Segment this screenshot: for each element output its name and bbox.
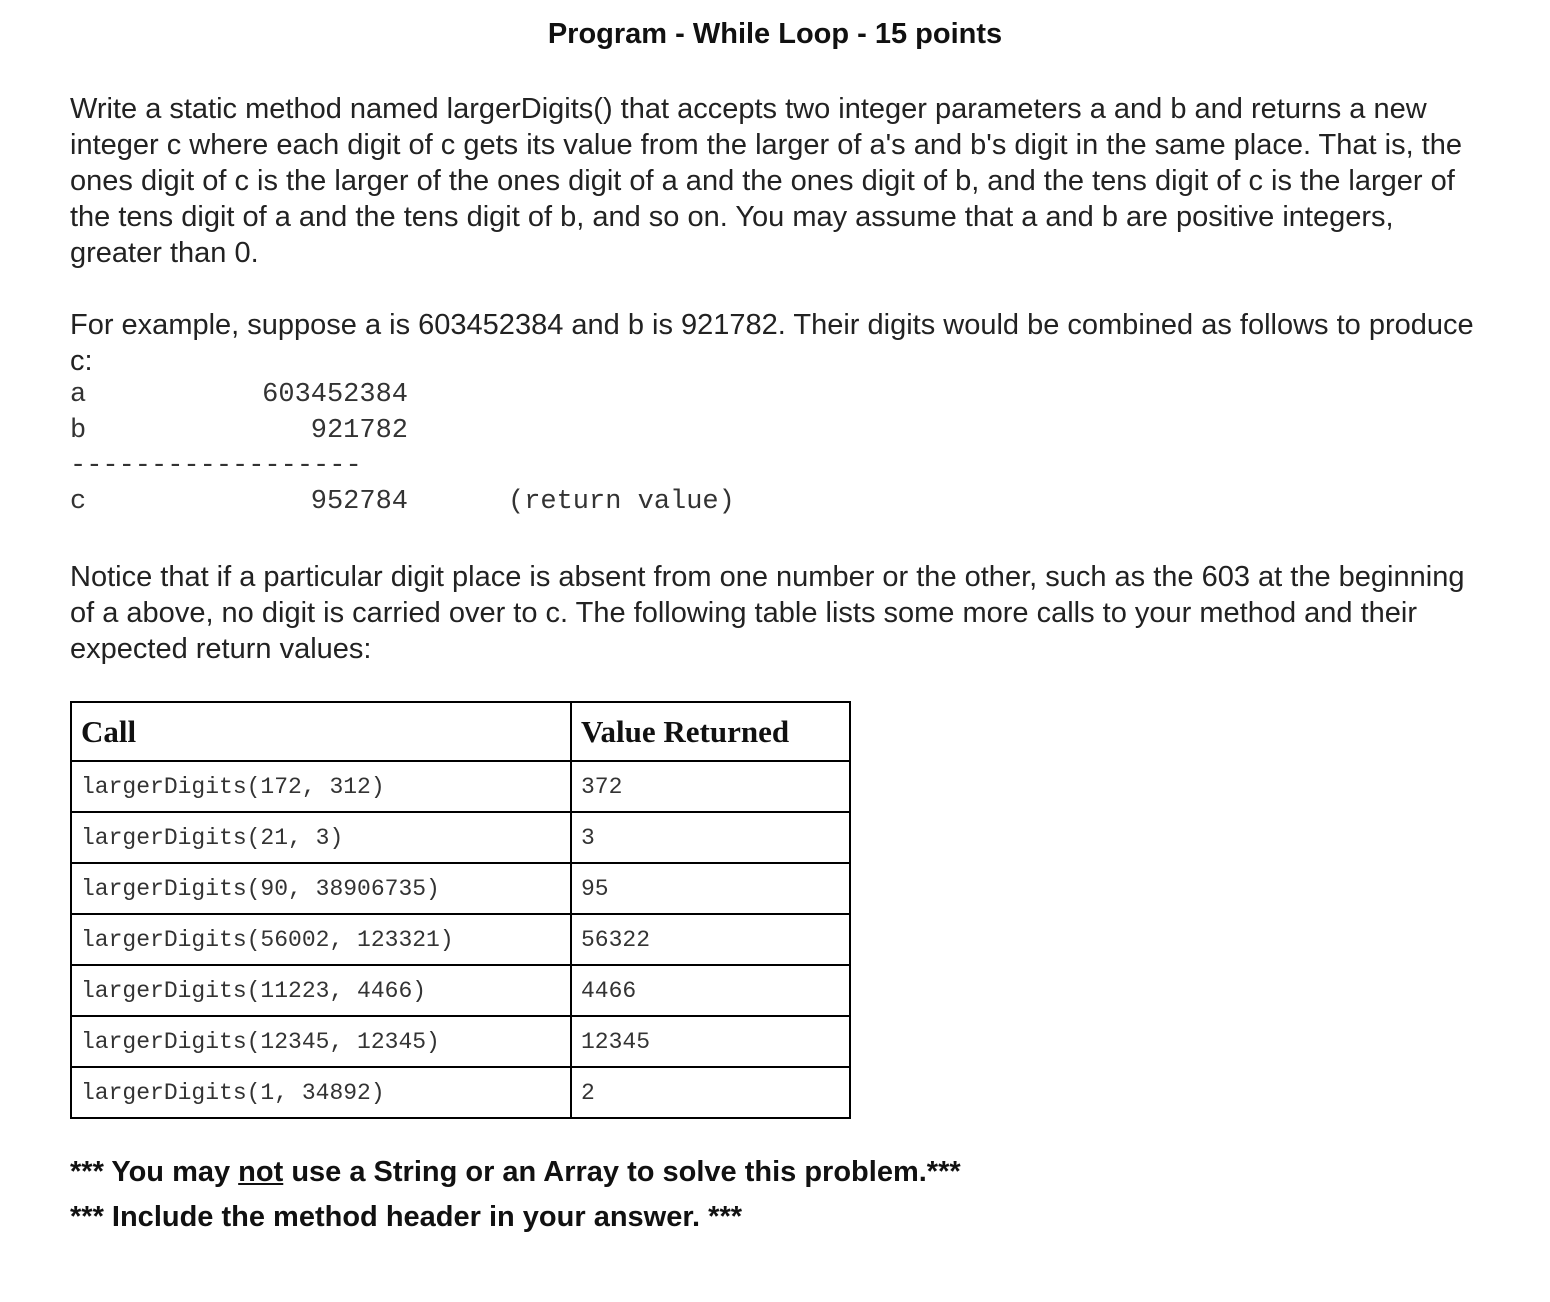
problem-description: Write a static method named largerDigits… [70, 93, 1462, 269]
value-cell: 12345 [570, 1015, 851, 1068]
call-cell: largerDigits(11223, 4466) [70, 964, 572, 1017]
table-header-row: Call Value Returned [70, 701, 851, 762]
table-intro: Notice that if a particular digit place … [70, 561, 1465, 665]
page-title: Program - While Loop - 15 points [547, 18, 1003, 50]
table-row: largerDigits(12345, 12345) 12345 [70, 1015, 851, 1068]
value-cell: 3 [570, 811, 851, 864]
restriction-note-before: *** You may [70, 1156, 239, 1188]
example-b-label: b [70, 416, 87, 446]
example-c-value: 952784 [310, 487, 408, 517]
value-cell: 56322 [570, 913, 851, 966]
header-note: *** Include the method header in your an… [70, 1201, 743, 1233]
table-row: largerDigits(90, 38906735) 95 [70, 862, 851, 915]
call-cell: largerDigits(1, 34892) [70, 1066, 572, 1119]
example-c-note: (return value) [508, 487, 735, 517]
table-row: largerDigits(21, 3) 3 [70, 811, 851, 864]
example-intro: For example, suppose a is 603452384 and … [70, 309, 1474, 377]
restriction-note-after: use a String or an Array to solve this p… [283, 1156, 961, 1188]
table-row: largerDigits(172, 312) 372 [70, 760, 851, 813]
example-a-value: 603452384 [262, 380, 408, 410]
calls-table: Call Value Returned largerDigits(172, 31… [70, 701, 851, 1119]
example-a-label: a [70, 380, 87, 410]
restriction-note-emphasis: not [238, 1156, 284, 1188]
call-cell: largerDigits(56002, 123321) [70, 913, 572, 966]
example-c-label: c [70, 487, 87, 517]
header-call: Call [70, 701, 572, 762]
value-cell: 95 [570, 862, 851, 915]
call-cell: largerDigits(172, 312) [70, 760, 572, 813]
call-cell: largerDigits(21, 3) [70, 811, 572, 864]
table-row: largerDigits(11223, 4466) 4466 [70, 964, 851, 1017]
value-cell: 2 [570, 1066, 851, 1119]
example-b-value: 921782 [310, 416, 408, 446]
restriction-note: *** You may not use a String or an Array… [70, 1156, 961, 1189]
call-cell: largerDigits(12345, 12345) [70, 1015, 572, 1068]
example-divider: ------------------ [70, 451, 362, 481]
value-cell: 4466 [570, 964, 851, 1017]
header-value-returned: Value Returned [570, 701, 851, 762]
table-row: largerDigits(56002, 123321) 56322 [70, 913, 851, 966]
call-cell: largerDigits(90, 38906735) [70, 862, 572, 915]
table-row: largerDigits(1, 34892) 2 [70, 1066, 851, 1119]
value-cell: 372 [570, 760, 851, 813]
